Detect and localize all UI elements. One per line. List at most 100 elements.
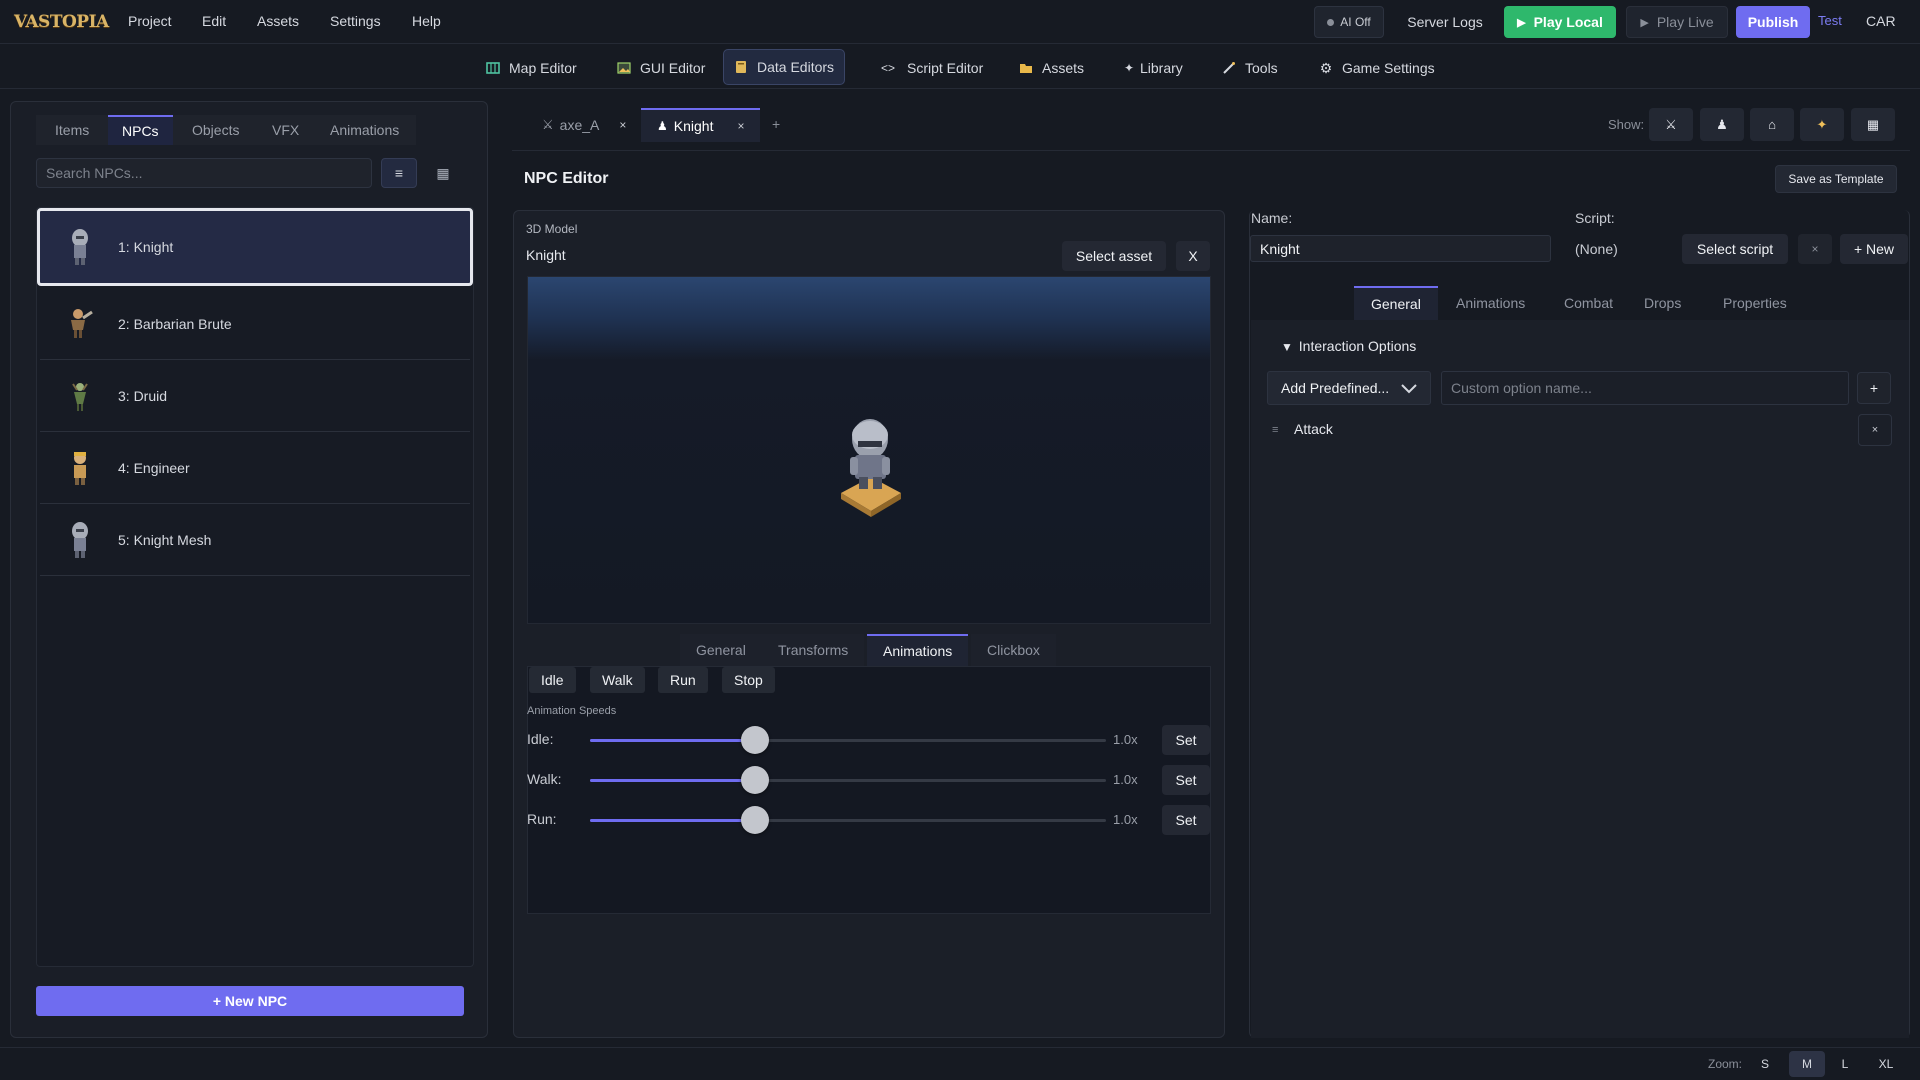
interaction-options-toggle[interactable]: ▼ Interaction Options <box>1281 338 1416 354</box>
play-local-label: Play Local <box>1533 14 1603 30</box>
clear-script-button[interactable]: × <box>1798 234 1832 264</box>
wand-icon <box>1222 61 1236 75</box>
list-item-barbarian-brute[interactable]: 2: Barbarian Brute <box>40 288 470 360</box>
zoom-label: Zoom: <box>1708 1057 1743 1071</box>
zoom-xl-button[interactable]: XL <box>1869 1051 1903 1077</box>
new-script-button[interactable]: + New <box>1840 234 1908 264</box>
server-logs-button[interactable]: Server Logs <box>1400 6 1490 38</box>
publish-button[interactable]: Publish <box>1736 6 1810 38</box>
tab-vfx[interactable]: VFX <box>258 115 313 145</box>
set-idle-speed-button[interactable]: Set <box>1162 725 1210 755</box>
menu-project[interactable]: Project <box>128 13 172 29</box>
nav-tab-script-editor[interactable]: <> Script Editor <box>868 52 993 84</box>
list-view-button[interactable]: ≡ <box>381 158 417 188</box>
tab-animations[interactable]: Animations <box>316 115 413 145</box>
npc-search-input[interactable] <box>36 158 372 188</box>
add-tab-button[interactable]: + <box>772 116 780 132</box>
nav-tab-library[interactable]: ✦ Library <box>1112 52 1193 84</box>
idle-speed-slider[interactable] <box>590 726 1106 754</box>
nav-tab-assets[interactable]: Assets <box>1009 52 1094 84</box>
nav-tab-gui-editor[interactable]: GUI Editor <box>607 52 715 84</box>
sub-tab-general[interactable]: General <box>680 634 762 666</box>
test-link[interactable]: Test <box>1818 13 1842 28</box>
menu-settings[interactable]: Settings <box>330 13 381 29</box>
doc-tab-axe-a[interactable]: ⚔ axe_A × <box>530 108 638 142</box>
play-idle-button[interactable]: Idle <box>529 667 576 693</box>
slider-knob[interactable] <box>741 806 770 834</box>
ai-toggle-button[interactable]: AI Off <box>1314 6 1384 38</box>
person-icon: ♟ <box>1716 116 1728 132</box>
close-icon[interactable]: × <box>619 118 626 132</box>
add-predefined-select[interactable]: Add Predefined... <box>1267 371 1431 405</box>
list-item-knight[interactable]: 1: Knight <box>37 208 473 286</box>
clear-asset-button[interactable]: X <box>1176 241 1210 271</box>
show-items-button[interactable]: ⚔ <box>1649 108 1693 141</box>
select-asset-button[interactable]: Select asset <box>1062 241 1166 271</box>
sub-tab-transforms[interactable]: Transforms <box>762 634 865 666</box>
play-live-button[interactable]: ▶ Play Live <box>1626 6 1728 38</box>
zoom-m-button[interactable]: M <box>1789 1051 1825 1077</box>
stop-animation-button[interactable]: Stop <box>722 667 775 693</box>
menu-edit[interactable]: Edit <box>202 13 226 29</box>
sub-tab-animations[interactable]: Animations <box>867 634 969 666</box>
status-bar <box>0 1047 1920 1080</box>
menu-assets[interactable]: Assets <box>257 13 299 29</box>
list-item-engineer[interactable]: 4: Engineer <box>40 432 470 504</box>
close-icon[interactable]: × <box>737 119 744 133</box>
prop-tab-general[interactable]: General <box>1354 286 1438 320</box>
list-item-druid[interactable]: 3: Druid <box>40 360 470 432</box>
doc-tab-knight[interactable]: ♟ Knight × <box>641 108 761 142</box>
custom-option-input[interactable] <box>1441 371 1849 405</box>
nav-tab-tools[interactable]: Tools <box>1212 52 1288 84</box>
walk-speed-value: 1.0x <box>1113 772 1138 787</box>
walk-speed-slider[interactable] <box>590 766 1106 794</box>
nav-tab-game-settings[interactable]: ⚙ Game Settings <box>1309 52 1445 84</box>
npc-label: 5: Knight Mesh <box>118 531 212 548</box>
tab-items[interactable]: Items <box>41 115 103 145</box>
zoom-s-button[interactable]: S <box>1748 1051 1782 1077</box>
set-walk-speed-button[interactable]: Set <box>1162 765 1210 795</box>
save-as-template-button[interactable]: Save as Template <box>1775 165 1897 193</box>
new-npc-button[interactable]: + New NPC <box>36 986 464 1016</box>
nav-tab-label: Assets <box>1042 60 1085 76</box>
play-icon: ▶ <box>1640 16 1649 29</box>
model-viewport[interactable] <box>527 276 1211 624</box>
tab-objects[interactable]: Objects <box>178 115 253 145</box>
add-option-button[interactable]: + <box>1857 372 1891 404</box>
ai-status-label: AI Off <box>1340 15 1371 29</box>
nav-tab-map-editor[interactable]: Map Editor <box>476 52 587 84</box>
grid-view-button[interactable]: ▦ <box>425 158 461 188</box>
run-speed-slider[interactable] <box>590 806 1106 834</box>
sub-tab-clickbox[interactable]: Clickbox <box>971 634 1056 666</box>
set-run-speed-button[interactable]: Set <box>1162 805 1210 835</box>
menu-help[interactable]: Help <box>412 13 441 29</box>
image-icon <box>617 61 631 75</box>
name-label: Name: <box>1251 210 1293 226</box>
zoom-l-button[interactable]: L <box>1828 1051 1862 1077</box>
show-npcs-button[interactable]: ♟ <box>1700 108 1744 141</box>
user-label[interactable]: CAR <box>1866 13 1896 29</box>
slider-knob[interactable] <box>741 726 770 754</box>
prop-tab-properties[interactable]: Properties <box>1706 286 1804 320</box>
play-run-button[interactable]: Run <box>658 667 708 693</box>
nav-tab-data-editors[interactable]: Data Editors <box>723 49 846 85</box>
select-script-button[interactable]: Select script <box>1682 234 1788 264</box>
play-walk-button[interactable]: Walk <box>590 667 645 693</box>
prop-tab-animations[interactable]: Animations <box>1439 286 1542 320</box>
play-local-button[interactable]: ▶ Play Local <box>1504 6 1616 38</box>
slider-knob[interactable] <box>741 766 770 794</box>
prop-tab-combat[interactable]: Combat <box>1547 286 1630 320</box>
tab-npcs[interactable]: NPCs <box>108 115 173 145</box>
prop-tab-drops[interactable]: Drops <box>1627 286 1698 320</box>
name-field[interactable] <box>1250 235 1551 262</box>
status-dot-icon <box>1327 18 1335 26</box>
show-objects-button[interactable]: ⌂ <box>1750 108 1794 141</box>
show-vfx-button[interactable]: ✦ <box>1800 108 1844 141</box>
nav-tab-label: Map Editor <box>509 60 577 76</box>
play-live-label: Play Live <box>1656 14 1714 30</box>
drag-handle-icon[interactable]: ≡ <box>1272 424 1278 436</box>
app-logo[interactable]: VASTOPIA <box>14 8 109 36</box>
list-item-knight-mesh[interactable]: 5: Knight Mesh <box>40 504 470 576</box>
show-grid-button[interactable]: ▦ <box>1851 108 1895 141</box>
remove-option-button[interactable]: × <box>1858 414 1892 446</box>
